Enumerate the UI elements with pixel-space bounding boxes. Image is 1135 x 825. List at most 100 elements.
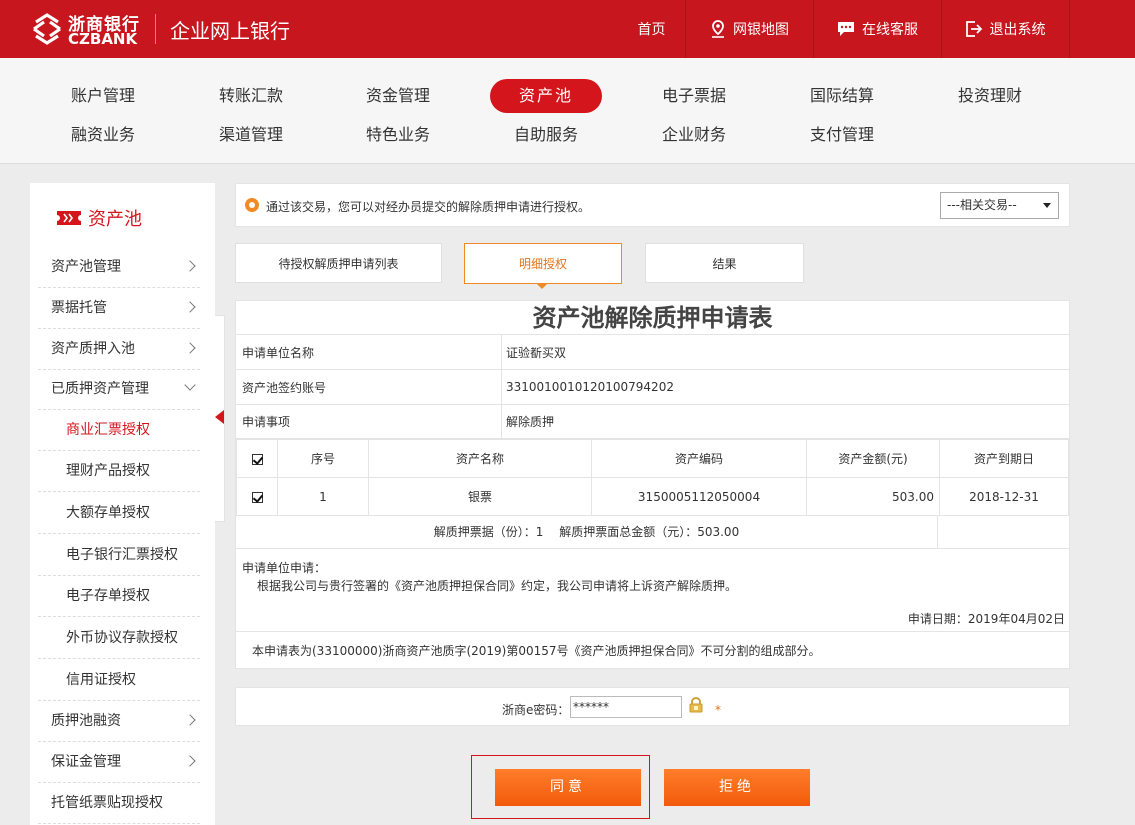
apply-label: 申请单位申请： (242, 561, 327, 575)
tab-pending-list[interactable]: 待授权解质押申请列表 (235, 243, 442, 283)
sidebar-item-paper-discount-auth[interactable]: 托管纸票贴现授权 (38, 783, 200, 824)
sidebar-item-e-bank-draft-auth[interactable]: 电子银行汇票授权 (38, 535, 200, 576)
main-nav-self-service[interactable]: 自助服务 (490, 118, 602, 152)
chevron-right-icon (184, 301, 196, 313)
top-header: 浙商银行 CZBANK 企业网上银行 首页 网银地图 在线客服 退出系统 (0, 0, 1135, 58)
apply-date: 申请日期：2019年04月02日 (907, 612, 1065, 626)
table-header-row: 序号 资产名称 资产编码 资产金额(元) 资产到期日 (236, 439, 1069, 478)
info-icon (245, 198, 259, 212)
sidebar-item-large-cd-auth[interactable]: 大额存单授权 (38, 493, 200, 534)
header-divider (155, 14, 156, 44)
main-nav-financing[interactable]: 融资业务 (47, 118, 159, 152)
field-matter: 申请事项 解除质押 (236, 405, 1069, 439)
lock-icon[interactable] (688, 697, 704, 713)
summary-text: 解质押票据（份）：1 解质押票面总金额（元）：503.00 (236, 515, 938, 549)
sidebar-item-label: 资产质押入池 (51, 341, 135, 357)
release-pledge-form: 资产池解除质押申请表 申请单位名称 证验斱买双 资产池签约账号 33100100… (235, 300, 1070, 669)
tab-result[interactable]: 结果 (645, 243, 804, 283)
main-nav-payment[interactable]: 支付管理 (786, 118, 898, 152)
logout-icon (965, 21, 982, 37)
sidebar-item-deposit-mgmt[interactable]: 保证金管理 (38, 742, 200, 783)
column-header: 资产名称 (368, 439, 592, 478)
sidebar-item-pledge-in[interactable]: 资产质押入池 (38, 329, 200, 370)
top-nav-logout-label: 退出系统 (989, 22, 1046, 38)
sidebar-title: 资产池 (56, 205, 142, 231)
select-all-checkbox[interactable] (251, 453, 263, 465)
apply-text: 根据我公司与贵行签署的《资产池质押担保合同》约定，我公司申请将上诉资产解除质押。 (257, 579, 738, 593)
site-title: 企业网上银行 (170, 19, 290, 43)
main-nav-investment[interactable]: 投资理财 (934, 79, 1046, 113)
agree-button[interactable]: 同意 (495, 769, 641, 806)
column-header: 资产金额(元) (806, 439, 940, 478)
top-nav-logout[interactable]: 退出系统 (942, 0, 1070, 58)
sidebar-item-label: 票据托管 (51, 300, 107, 316)
row-select-cell (236, 477, 278, 516)
main-nav-e-bills[interactable]: 电子票据 (638, 79, 750, 113)
field-value: 解除质押 (501, 405, 554, 438)
field-account: 资产池签约账号 3310010010120100794202 (236, 370, 1069, 405)
sidebar-item-wealth-product-auth[interactable]: 理财产品授权 (38, 451, 200, 492)
cell-no: 1 (277, 477, 369, 516)
column-header: 资产到期日 (939, 439, 1069, 478)
main-nav-account[interactable]: 账户管理 (47, 79, 159, 113)
form-footnote: 本申请表为(33100000)浙商资产池质字(2019)第00157号《资产池质… (252, 644, 821, 658)
main-nav-special[interactable]: 特色业务 (342, 118, 454, 152)
sidebar-item-label: 资产池管理 (51, 259, 121, 275)
top-nav-home[interactable]: 首页 (618, 0, 686, 58)
main-nav-funds[interactable]: 资金管理 (342, 79, 454, 113)
map-pin-icon (712, 20, 724, 38)
ticket-icon (57, 211, 81, 225)
top-nav: 首页 网银地图 在线客服 退出系统 (618, 0, 1070, 58)
cell-name: 银票 (368, 477, 592, 516)
cell-amount: 503.00 (806, 477, 940, 516)
form-title: 资产池解除质押申请表 (236, 301, 1069, 335)
main-nav-channel[interactable]: 渠道管理 (195, 118, 307, 152)
main-nav-intl-settlement[interactable]: 国际结算 (786, 79, 898, 113)
password-panel: 浙商e密码： ****** * (235, 687, 1070, 726)
sidebar-item-asset-pool-mgmt[interactable]: 资产池管理 (38, 247, 200, 288)
sidebar-active-pointer (215, 410, 224, 424)
application-statement: 申请单位申请： 根据我公司与贵行签署的《资产池质押担保合同》约定，我公司申请将上… (236, 549, 1069, 632)
main-nav: 账户管理 转账汇款 资金管理 资产池 电子票据 国际结算 投资理财 融资业务 渠… (0, 58, 1135, 164)
reject-button[interactable]: 拒绝 (664, 769, 810, 806)
select-all-cell (236, 439, 278, 478)
main-nav-transfer[interactable]: 转账汇款 (195, 79, 307, 113)
chat-icon (838, 22, 854, 36)
field-value: 3310010010120100794202 (501, 370, 674, 404)
logo-en-text: CZBANK (68, 30, 138, 48)
tab-detail-auth[interactable]: 明细授权 (464, 243, 622, 284)
czbank-logo-icon (33, 13, 61, 45)
top-nav-online-service[interactable]: 在线客服 (814, 0, 942, 58)
field-value: 证验斱买双 (501, 335, 566, 369)
sidebar-item-lc-auth[interactable]: 信用证授权 (38, 660, 200, 701)
sidebar-item-e-deposit-auth[interactable]: 电子存单授权 (38, 576, 200, 617)
row-checkbox[interactable] (251, 491, 263, 503)
sidebar-item-commercial-bill-auth[interactable]: 商业汇票授权 (38, 410, 200, 451)
asset-table: 序号 资产名称 资产编码 资产金额(元) 资产到期日 1 银票 31500051… (236, 439, 1069, 516)
sidebar-item-label: 已质押资产管理 (51, 381, 149, 397)
password-input[interactable]: ****** (570, 696, 682, 718)
cell-code: 3150005112050004 (591, 477, 807, 516)
active-tab-indicator (536, 283, 548, 289)
cell-due: 2018-12-31 (939, 477, 1069, 516)
main-nav-asset-pool[interactable]: 资产池 (490, 79, 602, 113)
top-nav-home-label: 首页 (637, 22, 666, 38)
sidebar-item-fx-deposit-auth[interactable]: 外币协议存款授权 (38, 618, 200, 659)
top-nav-online-service-label: 在线客服 (862, 22, 918, 38)
sidebar-item-pledge-financing[interactable]: 质押池融资 (38, 701, 200, 742)
top-nav-bank-map-label: 网银地图 (733, 22, 789, 38)
notice-bar: 通过该交易，您可以对经办员提交的解除质押申请进行授权。 ---相关交易-- (235, 183, 1070, 227)
top-nav-bank-map[interactable]: 网银地图 (686, 0, 814, 58)
sidebar-item-pledged-mgmt[interactable]: 已质押资产管理 (38, 369, 200, 410)
sidebar-item-bill-custody[interactable]: 票据托管 (38, 288, 200, 329)
related-transactions-select[interactable]: ---相关交易-- (940, 192, 1059, 219)
main-nav-corp-finance[interactable]: 企业财务 (638, 118, 750, 152)
czbank-logo[interactable]: 浙商银行 CZBANK (30, 10, 145, 48)
field-label: 申请单位名称 (242, 345, 315, 360)
sidebar-item-label: 质押池融资 (51, 713, 121, 729)
field-label: 申请事项 (242, 415, 291, 429)
sidebar-item-label: 保证金管理 (51, 754, 121, 770)
chevron-right-icon (184, 260, 196, 272)
chevron-right-icon (184, 342, 196, 354)
password-label: 浙商e密码： (502, 703, 570, 717)
